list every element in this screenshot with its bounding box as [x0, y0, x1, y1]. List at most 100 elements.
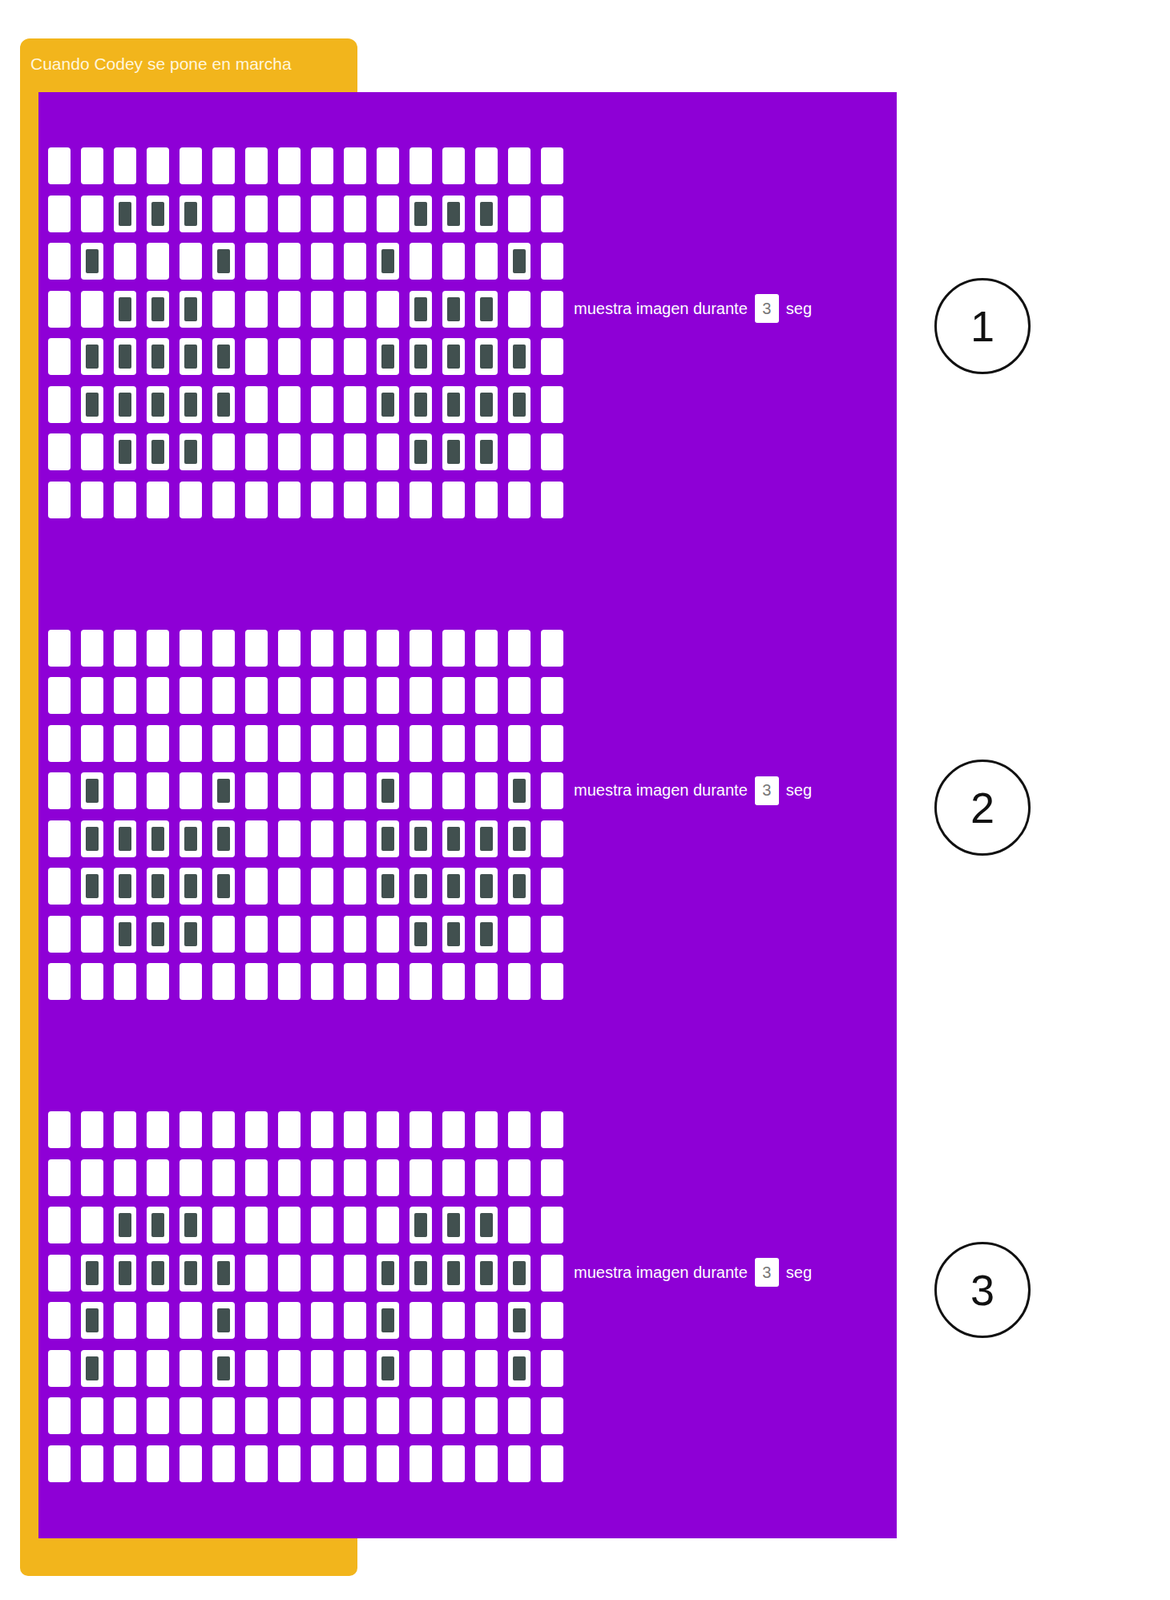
led-cell[interactable] — [540, 195, 564, 233]
led-cell[interactable] — [508, 963, 531, 1001]
led-cell[interactable] — [540, 147, 564, 185]
led-cell[interactable] — [409, 772, 432, 810]
led-cell[interactable] — [310, 867, 334, 905]
led-cell[interactable] — [343, 386, 367, 424]
led-cell[interactable] — [179, 1159, 202, 1197]
seconds-input[interactable]: 3 — [754, 776, 779, 806]
led-cell[interactable] — [278, 147, 301, 185]
led-cell[interactable] — [376, 1206, 400, 1244]
led-cell[interactable] — [245, 242, 268, 280]
led-cell[interactable] — [212, 195, 235, 233]
led-cell[interactable] — [376, 629, 400, 667]
led-cell[interactable] — [80, 725, 104, 763]
led-cell[interactable] — [442, 433, 465, 471]
led-cell[interactable] — [212, 772, 235, 810]
led-cell[interactable] — [48, 195, 71, 233]
led-cell[interactable] — [475, 481, 498, 519]
led-cell[interactable] — [508, 1254, 531, 1292]
led-cell[interactable] — [343, 147, 367, 185]
led-cell[interactable] — [508, 867, 531, 905]
led-cell[interactable] — [48, 1350, 71, 1388]
led-cell[interactable] — [376, 725, 400, 763]
show-image-block[interactable]: muestra imagen durante3seg — [38, 1056, 897, 1539]
led-cell[interactable] — [475, 242, 498, 280]
led-cell[interactable] — [179, 1254, 202, 1292]
led-cell[interactable] — [475, 1397, 498, 1435]
led-cell[interactable] — [113, 386, 137, 424]
led-cell[interactable] — [278, 629, 301, 667]
led-cell[interactable] — [48, 1159, 71, 1197]
led-cell[interactable] — [278, 1206, 301, 1244]
led-cell[interactable] — [310, 481, 334, 519]
led-cell[interactable] — [80, 1254, 104, 1292]
led-cell[interactable] — [113, 290, 137, 328]
led-cell[interactable] — [48, 386, 71, 424]
led-cell[interactable] — [80, 481, 104, 519]
led-cell[interactable] — [146, 725, 170, 763]
led-cell[interactable] — [245, 677, 268, 715]
led-cell[interactable] — [146, 1206, 170, 1244]
led-cell[interactable] — [80, 867, 104, 905]
led-cell[interactable] — [245, 1350, 268, 1388]
led-cell[interactable] — [409, 338, 432, 376]
led-cell[interactable] — [113, 1159, 137, 1197]
led-cell[interactable] — [376, 820, 400, 858]
led-cell[interactable] — [376, 242, 400, 280]
led-cell[interactable] — [146, 195, 170, 233]
led-cell[interactable] — [48, 1254, 71, 1292]
led-cell[interactable] — [212, 242, 235, 280]
led-cell[interactable] — [540, 433, 564, 471]
led-cell[interactable] — [80, 629, 104, 667]
led-cell[interactable] — [179, 147, 202, 185]
led-cell[interactable] — [508, 290, 531, 328]
led-cell[interactable] — [80, 963, 104, 1001]
led-cell[interactable] — [80, 820, 104, 858]
led-cell[interactable] — [508, 915, 531, 953]
led-cell[interactable] — [245, 820, 268, 858]
led-cell[interactable] — [146, 1254, 170, 1292]
led-cell[interactable] — [80, 242, 104, 280]
led-cell[interactable] — [409, 1397, 432, 1435]
led-cell[interactable] — [278, 433, 301, 471]
led-cell[interactable] — [409, 290, 432, 328]
led-cell[interactable] — [475, 1445, 498, 1483]
led-cell[interactable] — [376, 1350, 400, 1388]
led-cell[interactable] — [376, 1445, 400, 1483]
led-cell[interactable] — [179, 1350, 202, 1388]
led-cell[interactable] — [48, 1397, 71, 1435]
led-cell[interactable] — [540, 915, 564, 953]
led-cell[interactable] — [245, 629, 268, 667]
led-cell[interactable] — [245, 915, 268, 953]
led-cell[interactable] — [245, 1159, 268, 1197]
led-cell[interactable] — [245, 725, 268, 763]
led-cell[interactable] — [409, 386, 432, 424]
led-cell[interactable] — [278, 1350, 301, 1388]
led-cell[interactable] — [310, 1397, 334, 1435]
led-cell[interactable] — [48, 629, 71, 667]
led-cell[interactable] — [212, 915, 235, 953]
led-cell[interactable] — [146, 867, 170, 905]
led-cell[interactable] — [376, 963, 400, 1001]
led-cell[interactable] — [343, 772, 367, 810]
led-cell[interactable] — [80, 195, 104, 233]
led-cell[interactable] — [310, 1302, 334, 1340]
led-cell[interactable] — [80, 1350, 104, 1388]
seconds-input[interactable]: 3 — [754, 294, 779, 323]
led-cell[interactable] — [409, 915, 432, 953]
led-cell[interactable] — [409, 677, 432, 715]
led-cell[interactable] — [113, 1206, 137, 1244]
led-cell[interactable] — [113, 147, 137, 185]
led-cell[interactable] — [540, 820, 564, 858]
led-cell[interactable] — [343, 242, 367, 280]
led-cell[interactable] — [212, 725, 235, 763]
led-cell[interactable] — [80, 677, 104, 715]
script[interactable]: Cuando Codey se pone en marchamuestra im… — [20, 38, 1170, 1577]
led-cell[interactable] — [245, 147, 268, 185]
led-cell[interactable] — [245, 1302, 268, 1340]
led-cell[interactable] — [540, 1397, 564, 1435]
led-cell[interactable] — [475, 1350, 498, 1388]
led-cell[interactable] — [212, 1350, 235, 1388]
led-cell[interactable] — [245, 963, 268, 1001]
led-cell[interactable] — [179, 195, 202, 233]
led-cell[interactable] — [278, 1302, 301, 1340]
